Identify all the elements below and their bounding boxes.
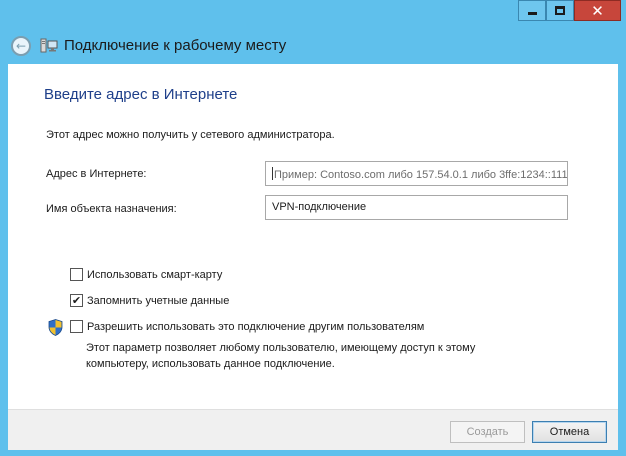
allow-others-note-line1: Этот параметр позволяет любому пользоват… (86, 342, 476, 354)
page-description: Этот адрес можно получить у сетевого адм… (46, 129, 335, 141)
allow-others-label: Разрешить использовать это подключение д… (87, 320, 425, 333)
remember-credentials-checkbox[interactable]: ✔ (70, 294, 83, 307)
allow-others-note-line2: компьютеру, использовать данное подключе… (86, 358, 335, 370)
wizard-footer: Создать Отмена (8, 409, 618, 450)
back-arrow-icon: ← (15, 39, 27, 53)
maximize-button[interactable] (546, 0, 574, 21)
back-button[interactable]: ← (11, 36, 31, 56)
network-connection-icon (40, 38, 58, 53)
uac-shield-icon (48, 319, 63, 336)
destination-name-input[interactable]: VPN-подключение (265, 195, 568, 220)
destination-label: Имя объекта назначения: (46, 203, 177, 215)
minimize-button[interactable] (518, 0, 546, 21)
create-button[interactable]: Создать (450, 421, 525, 443)
wizard-header: ← Подключение к рабочему месту (8, 28, 618, 64)
remember-credentials-option[interactable]: ✔ Запомнить учетные данные (70, 294, 229, 307)
close-button[interactable]: ✕ (574, 0, 621, 21)
minimize-icon (527, 12, 537, 15)
wizard-content: Введите адрес в Интернете Этот адрес мож… (8, 64, 618, 409)
page-heading: Введите адрес в Интернете (44, 86, 238, 103)
maximize-icon (555, 6, 565, 15)
address-label: Адрес в Интернете: (46, 168, 147, 180)
address-input[interactable]: Пример: Contoso.com либо 157.54.0.1 либо… (265, 161, 568, 186)
allow-others-option[interactable]: Разрешить использовать это подключение д… (70, 320, 424, 333)
close-icon: ✕ (591, 1, 604, 20)
remember-credentials-label: Запомнить учетные данные (87, 294, 230, 307)
title-bar: ✕ (0, 0, 626, 28)
smartcard-option[interactable]: Использовать смарт-карту (70, 268, 222, 281)
cancel-button[interactable]: Отмена (532, 421, 607, 443)
window-title: Подключение к рабочему месту (64, 37, 287, 54)
allow-others-note: Этот параметр позволяет любому пользоват… (86, 340, 475, 372)
smartcard-label: Использовать смарт-карту (87, 268, 223, 281)
smartcard-checkbox[interactable] (70, 268, 83, 281)
dialog-window: ✕ ← Подключение к рабочему месту Введите… (0, 0, 626, 456)
allow-others-checkbox[interactable] (70, 320, 83, 333)
checkmark-icon: ✔ (71, 294, 82, 307)
